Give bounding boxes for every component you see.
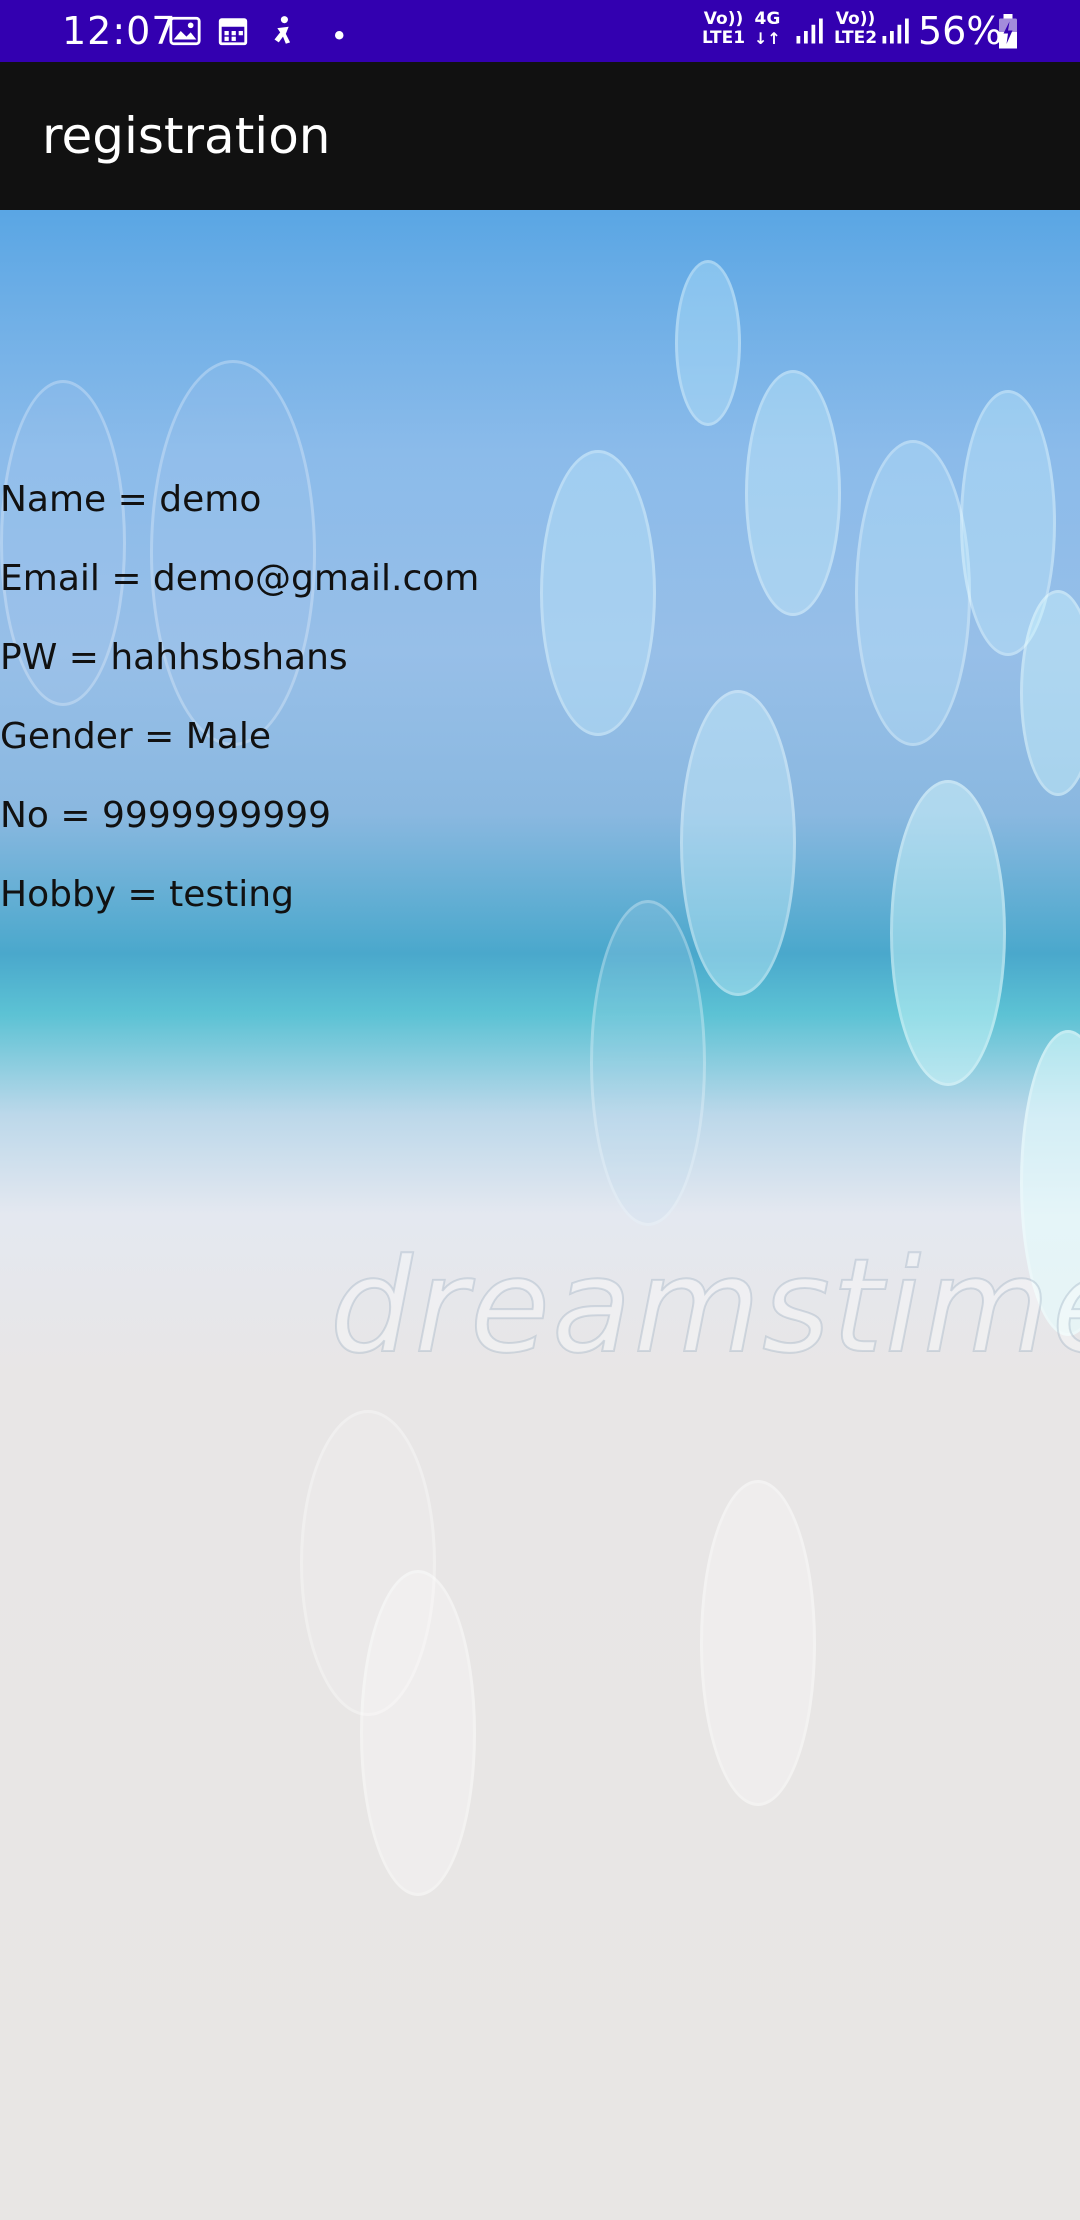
image-icon	[169, 16, 201, 46]
sim2-lte-label: LTE2	[834, 28, 878, 48]
sim2-indicator: Vo)) LTE2	[834, 10, 877, 48]
screen: 12:07 Vo)) LTE1 4G ↓↑ Vo)) LTE2 56% regi…	[0, 0, 1080, 2220]
watermark-text: dreamstime.	[329, 1229, 1080, 1383]
dot-icon	[335, 31, 344, 40]
email-line: Email = demo@gmail.com	[0, 558, 480, 599]
calendar-icon	[218, 18, 248, 46]
number-line: No = 9999999999	[0, 795, 332, 836]
name-line: Name = demo	[0, 479, 262, 520]
password-line: PW = hahhsbshans	[0, 637, 348, 678]
battery-charging-icon	[999, 14, 1017, 49]
sim1-volte-label: Vo))	[703, 9, 744, 29]
sim2-volte-label: Vo))	[835, 9, 876, 29]
hobby-line: Hobby = testing	[0, 874, 294, 915]
gender-line: Gender = Male	[0, 716, 271, 757]
net-type-indicator: 4G ↓↑	[754, 9, 781, 49]
battery-percent: 56%	[918, 9, 1003, 53]
accessibility-icon	[274, 16, 291, 44]
status-bar: 12:07 Vo)) LTE1 4G ↓↑ Vo)) LTE2 56%	[0, 0, 1080, 62]
status-time: 12:07	[62, 9, 177, 53]
signal-sim1-icon	[796, 18, 823, 44]
signal-sim2-icon	[882, 18, 909, 44]
app-bar: registration	[0, 62, 1080, 210]
sim1-indicator: Vo)) LTE1	[702, 10, 745, 48]
data-arrows-icon: ↓↑	[754, 29, 781, 48]
net-type-label: 4G	[754, 9, 781, 29]
content-area: dreamstime. Name = demo Email = demo@gma…	[0, 210, 1080, 2220]
app-title: registration	[42, 107, 331, 165]
sim1-lte-label: LTE1	[702, 28, 746, 48]
